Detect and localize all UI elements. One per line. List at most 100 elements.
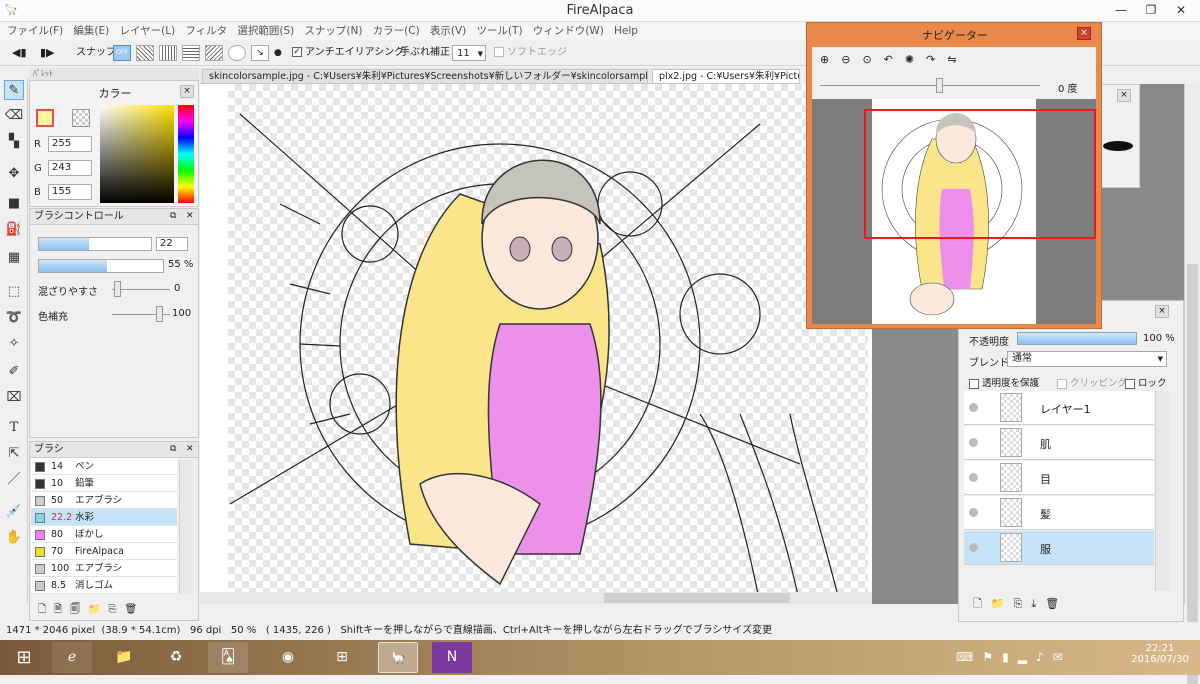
- close-icon[interactable]: ✕: [186, 211, 194, 221]
- close-icon[interactable]: ×: [1077, 27, 1091, 40]
- visibility-icon[interactable]: [969, 508, 978, 517]
- new-layer-icon[interactable]: 🗋: [973, 597, 991, 610]
- menu-window[interactable]: ウィンドウ(W): [533, 22, 604, 40]
- background-color-swatch[interactable]: [72, 109, 90, 127]
- flag-icon[interactable]: ⚑: [982, 650, 1002, 664]
- prev-icon[interactable]: ◀▮: [12, 45, 27, 61]
- operation-tool-icon[interactable]: ⇱: [4, 444, 24, 464]
- snap-grid-button[interactable]: [159, 45, 177, 61]
- app-icon-green[interactable]: ♻: [156, 642, 196, 673]
- zoom-in-icon[interactable]: ⊕: [820, 53, 841, 66]
- canvas-hscrollbar[interactable]: [200, 592, 872, 604]
- rotation-slider-thumb[interactable]: [936, 78, 943, 93]
- close-icon[interactable]: ✕: [186, 444, 194, 454]
- opacity-slider[interactable]: [38, 259, 164, 273]
- layer-row[interactable]: 肌: [964, 426, 1154, 460]
- maximize-button[interactable]: ❐: [1136, 0, 1166, 20]
- layer-opacity-slider[interactable]: [1017, 332, 1137, 345]
- divide-tool-icon[interactable]: ／: [4, 470, 24, 490]
- brush-item[interactable]: 70 FireAlpaca: [31, 543, 177, 560]
- blend-slider-thumb[interactable]: [114, 281, 121, 297]
- hscroll-thumb[interactable]: [604, 593, 790, 603]
- protect-alpha-checkbox[interactable]: 透明度を保護: [969, 375, 1039, 389]
- visibility-icon[interactable]: [969, 403, 978, 412]
- size-input[interactable]: 22: [156, 237, 188, 251]
- rotate-reset-icon[interactable]: ✺: [905, 53, 926, 66]
- keyboard-icon[interactable]: ⌨: [956, 650, 982, 664]
- hand-tool-icon[interactable]: ✋: [4, 528, 24, 548]
- layer-row[interactable]: 髪: [964, 496, 1154, 530]
- firealpaca-taskbar-icon[interactable]: 🦙: [378, 642, 418, 673]
- flip-icon[interactable]: ⇋: [947, 53, 968, 66]
- b-input[interactable]: 155: [48, 184, 92, 200]
- pen-tool-icon[interactable]: ✎: [4, 80, 24, 100]
- hue-slider[interactable]: [178, 105, 194, 203]
- battery-icon[interactable]: ▮: [1002, 650, 1018, 664]
- ie-icon[interactable]: ℯ: [52, 642, 92, 673]
- save-brush-icon[interactable]: 🗎: [54, 604, 70, 615]
- antialias-checkbox[interactable]: ✓ アンチエイリアシング: [292, 45, 404, 61]
- g-input[interactable]: 243: [48, 160, 92, 176]
- panel-float-icon[interactable]: ⧉: [170, 211, 176, 221]
- stabilizer-select[interactable]: 11 ▼: [452, 45, 486, 61]
- viewport-rect[interactable]: [864, 109, 1096, 239]
- brush-item[interactable]: 22.2 水彩: [31, 509, 177, 526]
- size-slider[interactable]: [38, 237, 152, 251]
- snap-concentric-button[interactable]: [182, 45, 200, 61]
- layer-row[interactable]: レイヤー1: [964, 391, 1154, 425]
- fill-rect-icon[interactable]: ■: [4, 194, 24, 214]
- dot-tool-icon[interactable]: ▚: [4, 132, 24, 152]
- clipping-checkbox[interactable]: クリッピング: [1057, 375, 1127, 389]
- r-input[interactable]: 255: [48, 136, 92, 152]
- brush-item[interactable]: 8.5 消しゴム: [31, 577, 177, 594]
- brush-item[interactable]: 100 エアブラシ: [31, 560, 177, 577]
- move-tool-icon[interactable]: ✥: [4, 164, 24, 184]
- new-folder-icon[interactable]: 📁: [991, 597, 1014, 610]
- snap-curve-button[interactable]: ↘: [251, 45, 269, 61]
- visibility-icon[interactable]: [969, 473, 978, 482]
- menu-help[interactable]: Help: [614, 22, 638, 40]
- onenote-icon[interactable]: N: [432, 642, 472, 673]
- rotate-left-icon[interactable]: ↶: [884, 53, 905, 66]
- menu-snap[interactable]: スナップ(N): [304, 22, 362, 40]
- delete-layer-icon[interactable]: 🗑: [1045, 597, 1068, 610]
- menu-filter[interactable]: フィルタ: [185, 22, 227, 40]
- brush-item[interactable]: 10 鉛筆: [31, 475, 177, 492]
- volume-icon[interactable]: ♪: [1036, 650, 1053, 664]
- layer-row[interactable]: 目: [964, 461, 1154, 495]
- snap-parallel-button[interactable]: [136, 45, 154, 61]
- minimize-button[interactable]: —: [1106, 0, 1136, 20]
- chrome-icon[interactable]: ◉: [268, 642, 308, 673]
- trash-icon[interactable]: 🗑: [125, 604, 146, 615]
- tab-plx2[interactable]: plx2.jpg - C:¥Users¥朱利¥Pictu: [652, 69, 800, 84]
- text-tool-icon[interactable]: T: [4, 418, 24, 438]
- notification-icon[interactable]: ✉: [1053, 650, 1072, 664]
- brush-list-scrollbar[interactable]: [179, 460, 193, 594]
- foreground-color-swatch[interactable]: [36, 109, 54, 127]
- new-brush-icon[interactable]: 🗋: [38, 604, 54, 615]
- saturation-value-picker[interactable]: [100, 105, 174, 203]
- brush-item[interactable]: 50 エアブラシ: [31, 492, 177, 509]
- layer-list-scrollbar[interactable]: [1155, 391, 1169, 591]
- copy-icon[interactable]: ⎘: [109, 604, 125, 615]
- vscroll-thumb[interactable]: [1187, 264, 1198, 684]
- select-eraser-icon[interactable]: ⌧: [4, 388, 24, 408]
- tab-skincolorsample[interactable]: skincolorsample.jpg - C:¥Users¥朱利¥Pictur…: [202, 69, 648, 84]
- bucket-tool-icon[interactable]: ⛽: [4, 220, 24, 240]
- drawing-canvas[interactable]: [200, 84, 872, 604]
- snap-circle-button[interactable]: [228, 45, 246, 61]
- gradient-tool-icon[interactable]: ▦: [4, 248, 24, 268]
- store-icon[interactable]: ⊞: [322, 642, 362, 673]
- fill-slider-thumb[interactable]: [156, 306, 163, 322]
- canvas-vscrollbar[interactable]: [1184, 84, 1200, 684]
- snap-off-button[interactable]: OFF: [113, 45, 131, 61]
- panel-float-icon[interactable]: ⧉: [170, 444, 176, 454]
- start-button[interactable]: ⊞: [4, 642, 44, 673]
- navigator-preview[interactable]: [812, 99, 1096, 324]
- signal-icon[interactable]: ▂: [1018, 650, 1036, 664]
- softedge-checkbox[interactable]: ソフトエッジ: [494, 45, 567, 61]
- layer-row[interactable]: 服: [964, 531, 1154, 565]
- brush-item[interactable]: 80 ぼかし: [31, 526, 177, 543]
- rotate-right-icon[interactable]: ↷: [926, 53, 947, 66]
- menu-view[interactable]: 表示(V): [430, 22, 466, 40]
